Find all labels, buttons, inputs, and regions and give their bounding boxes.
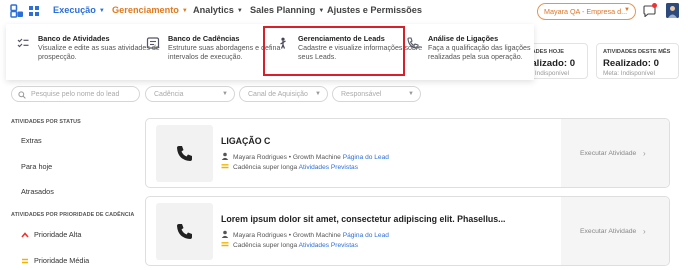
notification-dot (652, 3, 657, 8)
nav-analytics[interactable]: Analytics ▼ (193, 5, 243, 15)
execute-activity-label: Executar Atividade (580, 150, 637, 157)
execucao-dropdown-menu: Banco de Atividades Visualize e edite as… (6, 24, 534, 80)
execute-activity-button[interactable]: Executar Atividade › (561, 197, 669, 265)
nav-ajustes[interactable]: Ajustes e Permissões (327, 5, 422, 15)
status-heading: ATIVIDADES POR STATUS (11, 119, 81, 125)
account-name: Mayara QA - Empresa d... (544, 7, 628, 16)
chevron-down-icon: ▼ (98, 7, 105, 14)
activity-title: LIGAÇÃO C (221, 136, 271, 146)
activity-title: Lorem ipsum dolor sit amet, consectetur … (221, 214, 506, 224)
nav-gerenciamento-label: Gerenciamento (112, 5, 179, 15)
app-logo-icon[interactable] (10, 4, 24, 18)
chevron-down-icon: ▼ (624, 7, 630, 13)
activity-owner-line: Mayara Rodrigues • Growth Machine Página… (221, 152, 389, 162)
chevron-down-icon: ▼ (315, 90, 321, 97)
chevron-down-icon: ▼ (408, 90, 414, 97)
activity-cadence: Cadência super longa (233, 163, 298, 171)
nav-sales-planning-label: Sales Planning (250, 5, 316, 15)
responsible-filter-label: Responsável (341, 90, 382, 98)
nav-gerenciamento[interactable]: Gerenciamento ▼ (112, 5, 188, 15)
sidebar-item-atrasados[interactable]: Atrasados (21, 187, 54, 196)
menu-item-title: Análise de Ligações (428, 34, 499, 43)
activity-card[interactable]: LIGAÇÃO C Mayara Rodrigues • Growth Mach… (145, 118, 670, 188)
phone-icon (407, 37, 419, 49)
leads-icon (280, 37, 286, 49)
activity-card[interactable]: Lorem ipsum dolor sit amet, consectetur … (145, 196, 670, 266)
activity-cadence-line: Cadência super longa Atividades Prevista… (221, 240, 358, 250)
activities-link[interactable]: Atividades Previstas (299, 164, 358, 171)
priority-heading: ATIVIDADES POR PRIORIDADE DE CADÊNCIA (11, 212, 135, 218)
stat-card-month: ATIVIDADES DESTE MÊS Realizado: 0 Meta: … (596, 43, 679, 79)
chevron-right-icon: › (643, 227, 646, 236)
cadence-icon (146, 37, 160, 49)
nav-execucao-label: Execução (53, 5, 96, 15)
sidebar-item-para-hoje[interactable]: Para hoje (21, 162, 52, 171)
activity-owner-line: Mayara Rodrigues • Growth Machine Página… (221, 230, 389, 240)
phone-icon (177, 224, 192, 239)
activity-owner: Mayara Rodrigues • Growth Machine (233, 153, 341, 161)
chevron-down-icon: ▼ (318, 7, 325, 14)
user-icon (221, 152, 229, 162)
activity-thumbnail (156, 125, 213, 182)
menu-item-title: Gerenciamento de Leads (298, 34, 385, 43)
checklist-icon (17, 38, 29, 48)
cadence-filter-select[interactable]: Cadência ▼ (145, 86, 235, 102)
chevron-down-icon: ▼ (181, 7, 188, 14)
lead-page-link[interactable]: Página do Lead (343, 232, 389, 239)
stat-month-meta: Meta: Indisponível (603, 70, 655, 77)
menu-item-banco-cadencias[interactable]: Banco de Cadências Estruture suas aborda… (146, 32, 280, 74)
phone-icon (177, 146, 192, 161)
sidebar-item-extras[interactable]: Extras (21, 136, 42, 145)
sidebar-item-prioridade-alta[interactable]: Prioridade Alta (34, 230, 81, 239)
channel-filter-select[interactable]: Canal de Aquisição ▼ (239, 86, 328, 102)
search-icon (18, 90, 26, 99)
nav-analytics-label: Analytics (193, 5, 234, 15)
chevron-right-icon: › (643, 149, 646, 158)
activity-owner: Mayara Rodrigues • Growth Machine (233, 231, 341, 239)
search-placeholder: Pesquise pelo nome do lead (31, 90, 120, 98)
cadence-priority-icon (221, 162, 229, 172)
priority-medium-icon (22, 258, 28, 264)
execute-activity-label: Executar Atividade (580, 228, 637, 235)
nav-execucao[interactable]: Execução ▼ (53, 5, 105, 15)
cadence-filter-label: Cadência (154, 90, 184, 98)
menu-item-title: Banco de Atividades (38, 34, 110, 43)
activity-cadence: Cadência super longa (233, 241, 298, 249)
menu-item-banco-atividades[interactable]: Banco de Atividades Visualize e edite as… (16, 32, 160, 74)
search-lead-input[interactable]: Pesquise pelo nome do lead (11, 86, 140, 102)
stat-month-label: ATIVIDADES DESTE MÊS (603, 49, 671, 55)
stat-month-value: Realizado: 0 (603, 58, 659, 69)
menu-item-analise-ligacoes[interactable]: Análise de Ligações Faça a qualificação … (406, 32, 531, 74)
execute-activity-button[interactable]: Executar Atividade › (561, 119, 669, 187)
user-icon (221, 230, 229, 240)
responsible-filter-select[interactable]: Responsável ▼ (332, 86, 421, 102)
chevron-down-icon: ▼ (222, 90, 228, 97)
apps-grid-icon[interactable] (29, 6, 39, 16)
lead-page-link[interactable]: Página do Lead (343, 154, 389, 161)
sidebar-item-prioridade-media[interactable]: Prioridade Média (34, 256, 89, 265)
menu-item-title: Banco de Cadências (168, 34, 240, 43)
channel-filter-label: Canal de Aquisição (248, 90, 308, 98)
top-navbar: Execução ▼ Gerenciamento ▼ Analytics ▼ Sale… (0, 0, 688, 24)
activities-link[interactable]: Atividades Previstas (299, 242, 358, 249)
activity-cadence-line: Cadência super longa Atividades Prevista… (221, 162, 358, 172)
activity-thumbnail (156, 203, 213, 260)
menu-item-gerenciamento-leads[interactable]: Gerenciamento de Leads Cadastre e visual… (276, 32, 422, 74)
avatar[interactable] (666, 3, 679, 18)
chevron-down-icon: ▼ (236, 7, 243, 14)
account-selector[interactable]: Mayara QA - Empresa d... ▼ (537, 3, 636, 20)
priority-high-icon (21, 232, 29, 238)
menu-item-desc: Faça a qualificação das ligações realiza… (428, 44, 531, 61)
nav-sales-planning[interactable]: Sales Planning ▼ (250, 5, 324, 15)
cadence-priority-icon (221, 240, 229, 250)
nav-ajustes-label: Ajustes e Permissões (327, 5, 422, 15)
